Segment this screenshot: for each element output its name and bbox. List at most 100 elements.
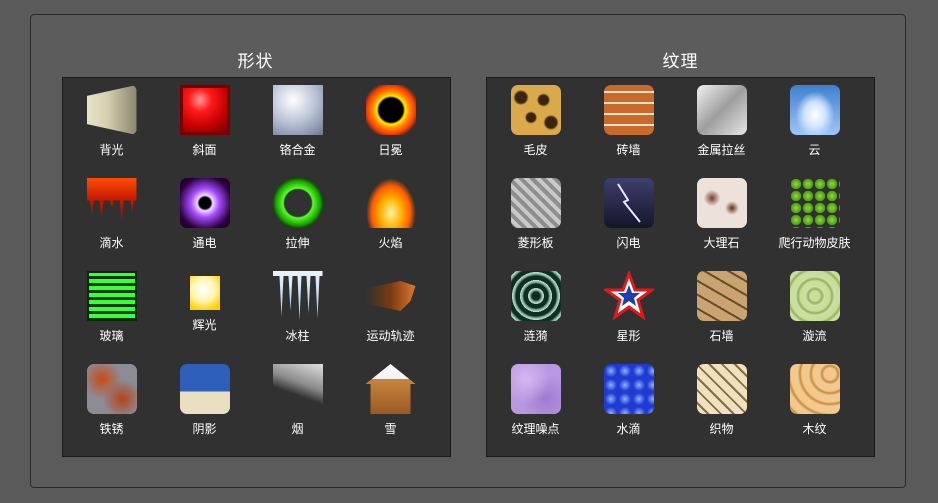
item-label: 拉伸	[285, 236, 310, 250]
item-label: 金属拉丝	[697, 143, 746, 157]
brick-wall-icon	[603, 85, 654, 135]
item-label: 滴水	[99, 236, 124, 250]
item-label: 水滴	[616, 422, 641, 436]
shape-item-electric[interactable]: 通电	[158, 173, 251, 251]
item-label: 阴影	[192, 422, 217, 436]
item-label: 玻璃	[99, 329, 124, 343]
smoke-icon	[272, 364, 323, 414]
shape-item-extrude[interactable]: 拉伸	[251, 173, 344, 251]
texture-item-brick[interactable]: 砖墙	[582, 80, 675, 158]
shape-item-smoke[interactable]: 烟	[251, 359, 344, 437]
texture-item-cloud[interactable]: 云	[768, 80, 861, 158]
ripple-icon	[510, 271, 561, 321]
backlight-icon	[86, 85, 137, 135]
marble-icon	[696, 178, 747, 228]
shape-item-rust[interactable]: 铁锈	[65, 359, 158, 437]
water-drops-icon	[603, 364, 654, 414]
shape-item-glow[interactable]: 辉光	[158, 266, 251, 333]
motion-trail-icon	[365, 281, 416, 311]
item-label: 背光	[99, 143, 124, 157]
bevel-icon	[179, 85, 230, 135]
shape-item-backlight[interactable]: 背光	[65, 80, 158, 158]
shape-item-snow[interactable]: 雪	[344, 359, 437, 437]
texture-item-fur[interactable]: 毛皮	[489, 80, 582, 158]
item-label: 云	[808, 143, 821, 157]
texture-item-wood[interactable]: 木纹	[768, 359, 861, 437]
shape-item-motion[interactable]: 运动轨迹	[344, 266, 437, 344]
stone-wall-icon	[696, 271, 747, 321]
diamond-plate-icon	[510, 178, 561, 228]
swirl-icon	[789, 271, 840, 321]
glass-icon	[86, 271, 137, 321]
shape-item-shadow[interactable]: 阴影	[158, 359, 251, 437]
weave-icon	[696, 364, 747, 414]
electric-icon	[179, 178, 230, 228]
item-label: 闪电	[616, 236, 641, 250]
item-label: 运动轨迹	[366, 329, 415, 343]
star-icon	[600, 269, 657, 321]
item-label: 冰柱	[285, 329, 310, 343]
shapes-title: 形状	[237, 52, 274, 72]
item-label: 纹理噪点	[511, 422, 560, 436]
item-label: 织物	[709, 422, 734, 436]
shadow-tree-icon	[179, 364, 230, 414]
item-label: 涟漪	[523, 329, 548, 343]
texture-noise-icon	[510, 364, 561, 414]
shape-item-fire[interactable]: 火焰	[344, 173, 437, 251]
item-label: 漩流	[802, 329, 827, 343]
fur-icon	[510, 85, 561, 135]
glow-bulb-icon	[189, 276, 220, 310]
snow-house-icon	[365, 364, 416, 414]
shape-item-corona[interactable]: 日冕	[344, 80, 437, 158]
item-label: 砖墙	[616, 143, 641, 157]
rust-icon	[86, 364, 137, 414]
texture-item-weave[interactable]: 织物	[675, 359, 768, 437]
item-label: 大理石	[703, 236, 740, 250]
texture-item-metal[interactable]: 金属拉丝	[675, 80, 768, 158]
icicle-icon	[272, 271, 323, 321]
item-label: 日冕	[378, 143, 403, 157]
item-label: 斜面	[192, 143, 217, 157]
texture-item-noise[interactable]: 纹理噪点	[489, 359, 582, 437]
texture-item-plate[interactable]: 菱形板	[489, 173, 582, 251]
corona-icon	[365, 85, 416, 135]
texture-item-lightning[interactable]: 闪电	[582, 173, 675, 251]
item-label: 爬行动物皮肤	[778, 236, 851, 250]
lightning-icon	[603, 178, 654, 228]
shape-item-chrome[interactable]: 铬合金	[251, 80, 344, 158]
item-label: 雪	[384, 422, 397, 436]
item-label: 石墙	[709, 329, 734, 343]
texture-item-ripple[interactable]: 涟漪	[489, 266, 582, 344]
item-label: 星形	[616, 329, 641, 343]
chrome-star-icon	[272, 85, 323, 135]
extrude-ring-icon	[272, 178, 323, 228]
item-label: 木纹	[802, 422, 827, 436]
texture-item-stone[interactable]: 石墙	[675, 266, 768, 344]
shape-item-drip[interactable]: 滴水	[65, 173, 158, 251]
item-label: 辉光	[192, 318, 217, 332]
item-label: 铁锈	[99, 422, 124, 436]
shapes-panel: 背光 斜面 铬合金 日冕 滴水 通电 拉伸 火焰 玻璃 辉光 冰柱 运动轨迹 铁…	[62, 77, 451, 457]
item-label: 毛皮	[523, 143, 548, 157]
item-label: 烟	[291, 422, 304, 436]
item-label: 火焰	[378, 236, 403, 250]
texture-item-star[interactable]: 星形	[582, 266, 675, 344]
item-label: 通电	[192, 236, 217, 250]
clouds-icon	[789, 85, 840, 135]
shape-item-icicle[interactable]: 冰柱	[251, 266, 344, 344]
texture-item-swirl[interactable]: 漩流	[768, 266, 861, 344]
reptile-skin-icon	[789, 178, 840, 228]
item-label: 铬合金	[279, 143, 316, 157]
texture-item-reptile[interactable]: 爬行动物皮肤	[768, 173, 861, 251]
textures-title: 纹理	[662, 52, 699, 72]
wood-grain-icon	[789, 364, 840, 414]
shape-item-glass[interactable]: 玻璃	[65, 266, 158, 344]
textures-panel: 毛皮 砖墙 金属拉丝 云 菱形板 闪电 大理石 爬行动物皮肤 涟漪 星形 石墙 …	[486, 77, 875, 457]
texture-item-drops[interactable]: 水滴	[582, 359, 675, 437]
shape-item-bevel[interactable]: 斜面	[158, 80, 251, 158]
drip-icon	[86, 178, 137, 226]
item-label: 菱形板	[517, 236, 554, 250]
fire-icon	[365, 178, 416, 228]
texture-item-marble[interactable]: 大理石	[675, 173, 768, 251]
brushed-metal-icon	[696, 85, 747, 135]
